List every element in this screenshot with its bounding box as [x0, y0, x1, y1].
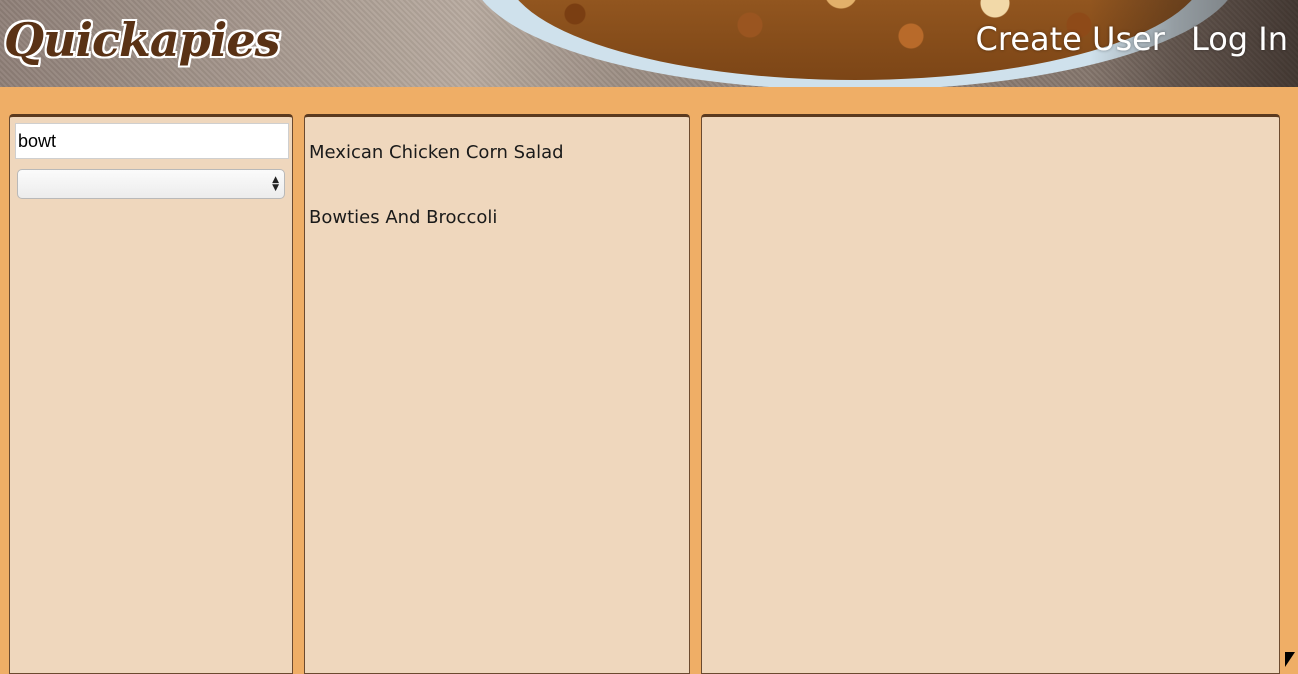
- cursor-icon: [1285, 652, 1295, 667]
- search-input[interactable]: [15, 123, 289, 159]
- results-panel: Mexican Chicken Corn Salad Bowties And B…: [304, 114, 690, 674]
- category-select[interactable]: ▲ ▼: [17, 169, 285, 199]
- site-logo[interactable]: Quickapies: [4, 8, 280, 72]
- result-item[interactable]: Bowties And Broccoli: [309, 207, 497, 228]
- log-in-link[interactable]: Log In: [1191, 20, 1288, 58]
- create-user-link[interactable]: Create User: [976, 20, 1165, 58]
- top-nav: Create User Log In: [976, 20, 1288, 58]
- recipe-detail-panel: [701, 114, 1280, 674]
- filter-panel: ▲▼: [9, 114, 293, 674]
- header-banner: Quickapies Create User Log In: [0, 0, 1298, 87]
- updown-arrows-icon: ▲ ▼: [272, 175, 279, 193]
- result-item[interactable]: Mexican Chicken Corn Salad: [309, 142, 564, 163]
